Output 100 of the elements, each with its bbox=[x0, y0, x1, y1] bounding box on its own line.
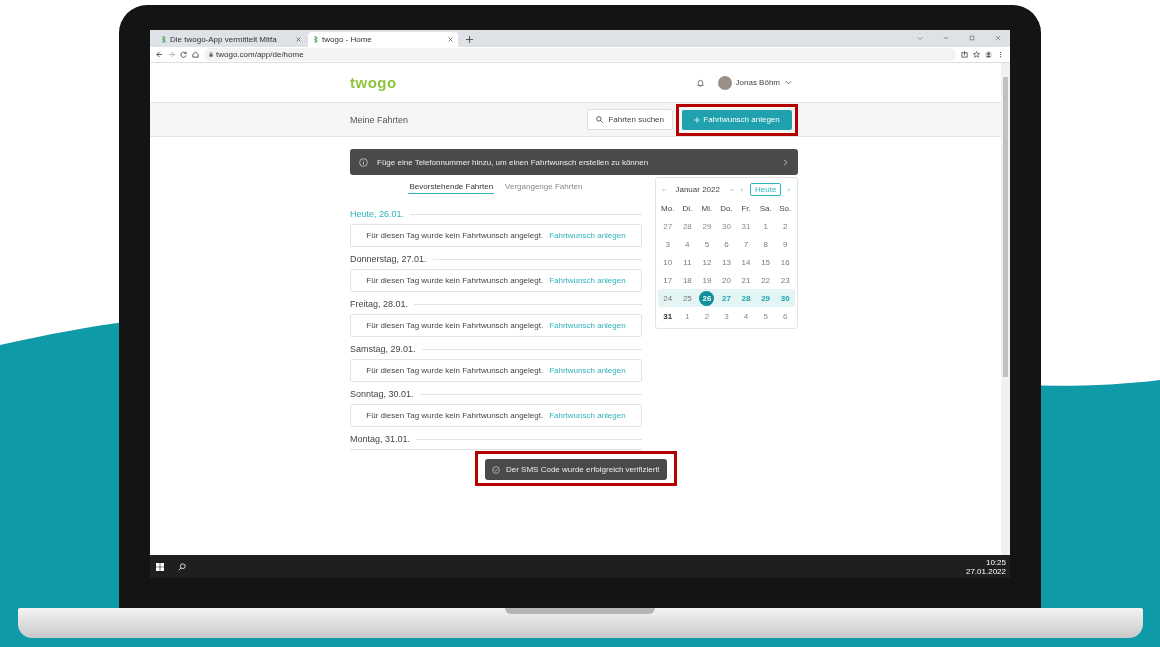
chevron-right-icon bbox=[782, 158, 789, 166]
calendar-day[interactable]: 11 bbox=[679, 254, 695, 270]
chevron-down-icon[interactable] bbox=[785, 79, 792, 86]
back-icon[interactable] bbox=[156, 51, 163, 58]
calendar-day[interactable]: 31 bbox=[660, 308, 676, 324]
calendar-day[interactable]: 28 bbox=[679, 218, 695, 234]
notice-text: Füge eine Telefonnummer hinzu, um einen Fahrtwunsch erstellen zu können bbox=[377, 157, 650, 167]
lock-icon bbox=[209, 52, 213, 57]
weekday-label: Sa. bbox=[758, 203, 773, 213]
calendar-day[interactable]: 29 bbox=[699, 218, 715, 234]
calendar-day[interactable]: 1 bbox=[758, 218, 774, 234]
calendar-day[interactable]: 22 bbox=[758, 272, 774, 288]
calendar-day[interactable]: 27 bbox=[719, 290, 734, 306]
weekday-label: Di. bbox=[681, 203, 694, 213]
create-ride-link[interactable]: Fahrtwunsch anlegen bbox=[549, 366, 626, 375]
day-heading: Freitag, 28.01. bbox=[350, 299, 409, 309]
calendar-day[interactable]: 7 bbox=[738, 236, 754, 252]
address-bar[interactable]: twogo.com/app/de/home bbox=[204, 48, 956, 61]
user-name[interactable]: Jonas Böhm bbox=[735, 78, 780, 87]
empty-message: Für diesen Tag wurde kein Fahrtwunsch angelegt. bbox=[366, 231, 544, 240]
chevron-left-icon[interactable] bbox=[739, 186, 746, 193]
calendar-day[interactable]: 1 bbox=[679, 308, 695, 324]
check-circle-icon bbox=[492, 465, 500, 474]
calendar-day[interactable]: 23 bbox=[777, 272, 793, 288]
calendar-day[interactable]: 31 bbox=[738, 218, 754, 234]
tab[interactable]: Vergangenge Fahrten bbox=[504, 180, 584, 194]
calendar-day[interactable]: 29 bbox=[758, 290, 774, 306]
day-heading: Sonntag, 30.01. bbox=[350, 389, 414, 399]
empty-message: Für diesen Tag wurde kein Fahrtwunsch angelegt. bbox=[366, 366, 544, 375]
calendar-day[interactable]: 8 bbox=[758, 236, 774, 252]
browser-tab[interactable]: Die twogo-App vermittelt Mitfa bbox=[156, 32, 306, 47]
favicon-icon bbox=[313, 36, 318, 43]
close-icon[interactable] bbox=[995, 35, 1001, 41]
search-icon bbox=[596, 116, 604, 123]
calendar-day[interactable]: 14 bbox=[738, 254, 754, 270]
calendar-day[interactable]: 12 bbox=[699, 254, 715, 270]
weekday-label: Do. bbox=[719, 203, 734, 213]
forward-icon[interactable] bbox=[168, 51, 175, 58]
calendar-day[interactable]: 28 bbox=[738, 290, 754, 306]
close-icon[interactable] bbox=[448, 37, 453, 42]
calendar-day[interactable]: 4 bbox=[679, 236, 695, 252]
clock-time: 10:25 bbox=[985, 557, 1006, 567]
chevron-down-icon[interactable] bbox=[661, 186, 667, 193]
weekday-label: So. bbox=[778, 203, 793, 213]
calendar-day[interactable]: 5 bbox=[758, 308, 774, 324]
calendar-day[interactable]: 27 bbox=[660, 218, 676, 234]
windows-logo-icon[interactable] bbox=[156, 562, 164, 571]
calendar-day[interactable]: 2 bbox=[699, 308, 715, 324]
search-icon[interactable] bbox=[178, 562, 186, 571]
empty-message: Für diesen Tag wurde kein Fahrtwunsch angelegt. bbox=[366, 276, 544, 285]
calendar-day[interactable]: 9 bbox=[777, 236, 793, 252]
search-button[interactable]: Fahrten suchen bbox=[587, 109, 673, 130]
create-ride-button[interactable]: Fahrtwunsch anlegen bbox=[682, 109, 792, 130]
calendar-day[interactable]: 2 bbox=[777, 218, 793, 234]
day-heading: Samstag, 29.01. bbox=[350, 344, 416, 354]
create-ride-link[interactable]: Fahrtwunsch anlegen bbox=[549, 276, 626, 285]
bell-icon[interactable] bbox=[696, 78, 704, 87]
favicon-icon bbox=[161, 36, 166, 43]
info-icon bbox=[359, 157, 368, 167]
maximize-icon[interactable] bbox=[969, 35, 975, 41]
empty-message: Für diesen Tag wurde kein Fahrtwunsch angelegt. bbox=[366, 411, 544, 420]
calendar-day[interactable]: 30 bbox=[719, 218, 734, 234]
avatar[interactable] bbox=[717, 75, 732, 90]
calendar-day[interactable]: 16 bbox=[777, 254, 793, 270]
calendar-day[interactable]: 3 bbox=[660, 236, 676, 252]
calendar-day[interactable]: 10 bbox=[660, 254, 676, 270]
create-ride-link[interactable]: Fahrtwunsch anlegen bbox=[549, 231, 626, 240]
scrollbar[interactable] bbox=[1001, 63, 1010, 555]
create-ride-link[interactable]: Fahrtwunsch anlegen bbox=[549, 411, 626, 420]
calendar-day[interactable]: 30 bbox=[777, 290, 793, 306]
calendar-day[interactable]: 3 bbox=[719, 308, 734, 324]
calendar-day[interactable]: 20 bbox=[719, 272, 734, 288]
create-ride-link[interactable]: Fahrtwunsch anlegen bbox=[549, 321, 626, 330]
calendar-day[interactable]: 24 bbox=[660, 290, 676, 306]
home-icon[interactable] bbox=[192, 51, 199, 58]
calendar-day[interactable]: 15 bbox=[758, 254, 774, 270]
calendar-day[interactable]: 17 bbox=[660, 272, 676, 288]
browser-tab[interactable]: twogo - Home bbox=[308, 32, 458, 47]
calendar-day[interactable]: 6 bbox=[777, 308, 793, 324]
calendar-day[interactable]: 25 bbox=[679, 290, 695, 306]
calendar-day[interactable]: 21 bbox=[738, 272, 754, 288]
calendar-day[interactable]: 4 bbox=[738, 308, 754, 324]
share-icon[interactable] bbox=[961, 51, 968, 58]
more-icon[interactable] bbox=[997, 51, 1004, 58]
calendar-day[interactable]: 19 bbox=[699, 272, 715, 288]
notice-banner[interactable]: Füge eine Telefonnummer hinzu, um einen Fahrtwunsch erstellen zu können bbox=[350, 149, 798, 175]
calendar-day[interactable]: 6 bbox=[719, 236, 734, 252]
calendar-day[interactable]: 26 bbox=[699, 290, 715, 306]
reload-icon[interactable] bbox=[180, 51, 187, 58]
today-button[interactable]: Heute bbox=[750, 183, 782, 196]
tab[interactable]: Bevorstehende Fahrten bbox=[408, 180, 495, 194]
calendar-day[interactable]: 5 bbox=[699, 236, 715, 252]
weekday-label: Mo. bbox=[660, 203, 676, 213]
close-icon[interactable] bbox=[296, 37, 301, 42]
new-tab-icon[interactable] bbox=[466, 36, 473, 43]
calendar-day[interactable]: 13 bbox=[719, 254, 734, 270]
star-icon[interactable] bbox=[973, 51, 980, 58]
profile-icon[interactable] bbox=[985, 51, 992, 58]
calendar-day[interactable]: 18 bbox=[679, 272, 695, 288]
weekday-label: Fr. bbox=[740, 203, 752, 213]
